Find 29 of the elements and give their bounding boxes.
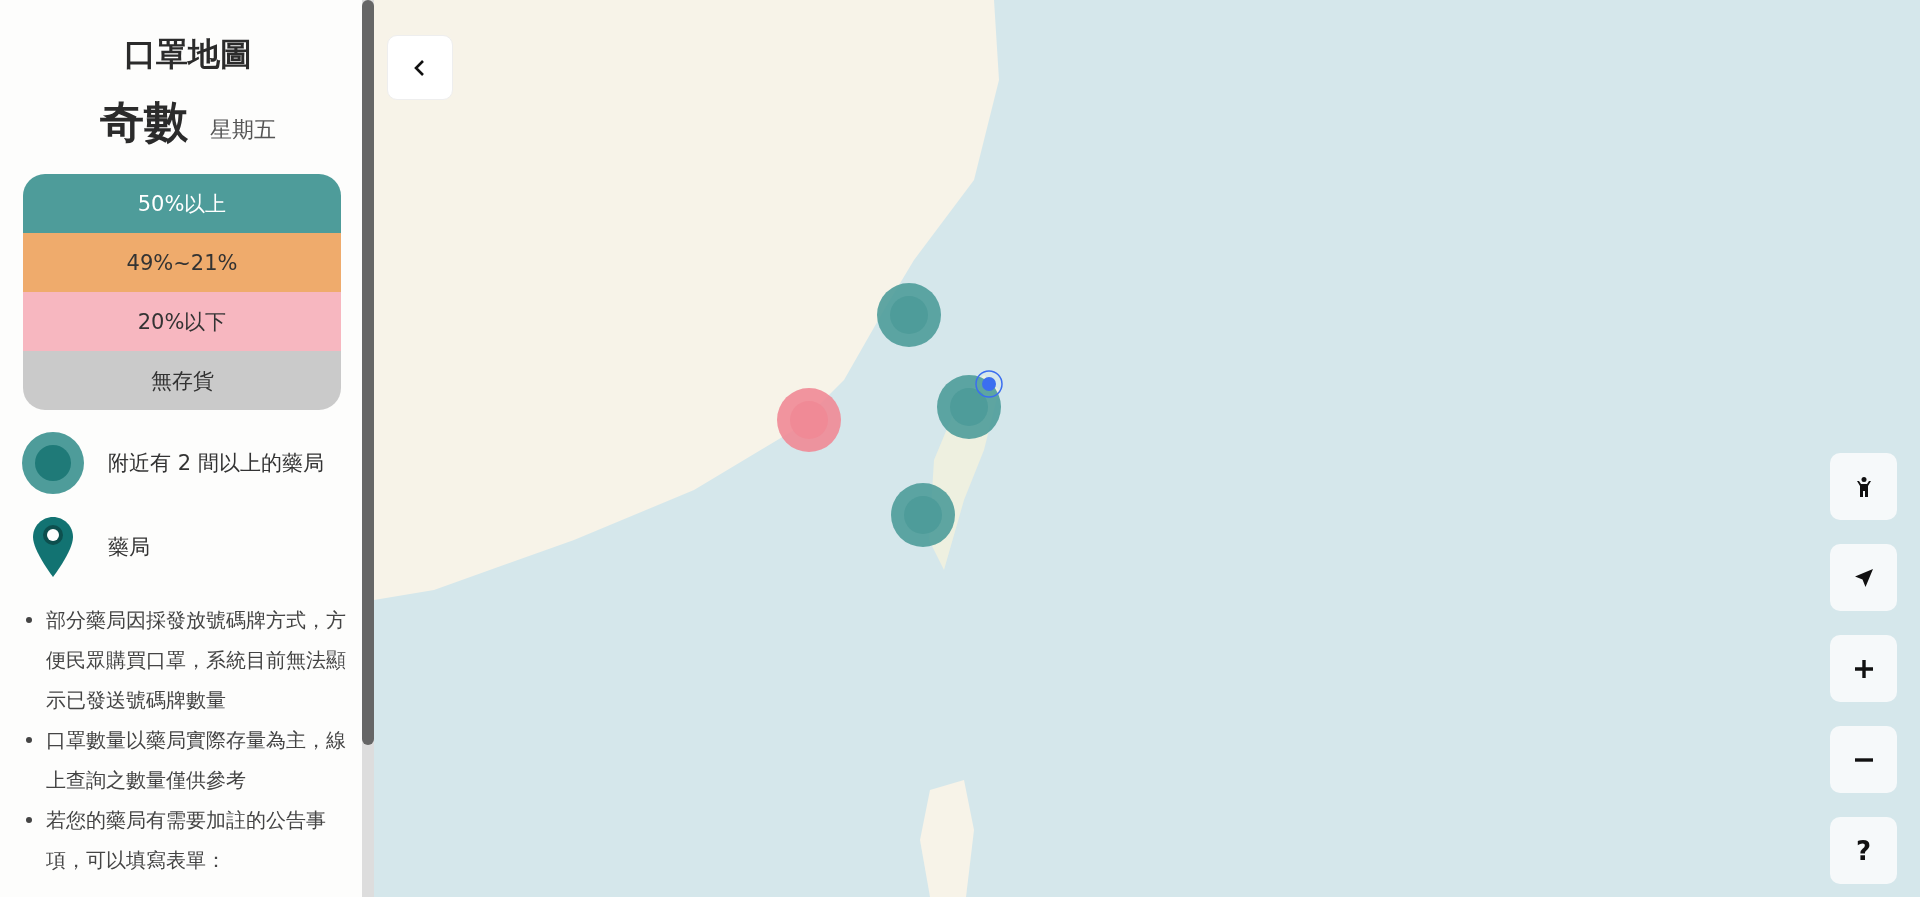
help-button[interactable]: ? (1830, 817, 1897, 884)
app-title: 口罩地圖 (123, 34, 253, 74)
pharmacy-cluster-marker[interactable] (777, 388, 841, 452)
pharmacy-cluster-marker[interactable] (877, 283, 941, 347)
pharmacy-cluster-marker[interactable] (891, 483, 955, 547)
bullet-dot (26, 737, 32, 743)
pharmacy-cluster-marker[interactable] (937, 375, 1001, 439)
map-area[interactable]: ? (374, 0, 1920, 897)
bullet-dot (26, 817, 32, 823)
note-text: 部分藥局因採發放號碼牌方式，方便民眾購買口罩，系統目前無法顯示已發送號碼牌數量 (46, 607, 347, 714)
stock-legend-row: 無存貨 (23, 351, 341, 410)
stock-legend-row: 20%以下 (23, 292, 341, 351)
minus-icon (1852, 756, 1875, 763)
stock-legend-row: 50%以上 (23, 174, 341, 233)
map-pin-icon (32, 516, 74, 578)
day-type: 奇數 (100, 96, 188, 148)
pharmacy-legend-label: 藥局 (108, 534, 150, 561)
weekday-label: 星期五 (210, 116, 276, 144)
plus-icon (1852, 657, 1875, 680)
accessibility-button[interactable] (1830, 453, 1897, 520)
note-text: 若您的藥局有需要加註的公告事項，可以填寫表單： (46, 807, 327, 874)
cluster-legend-label: 附近有 2 間以上的藥局 (108, 450, 324, 477)
bullet-dot (26, 617, 32, 623)
scrollbar-thumb[interactable] (362, 0, 374, 745)
locate-button[interactable] (1830, 544, 1897, 611)
zoom-in-button[interactable] (1830, 635, 1897, 702)
note-text: 口罩數量以藥局實際存量為主，線上查詢之數量僅供參考 (46, 727, 347, 794)
cluster-icon (22, 432, 84, 494)
stock-legend-row: 49%~21% (23, 233, 341, 292)
